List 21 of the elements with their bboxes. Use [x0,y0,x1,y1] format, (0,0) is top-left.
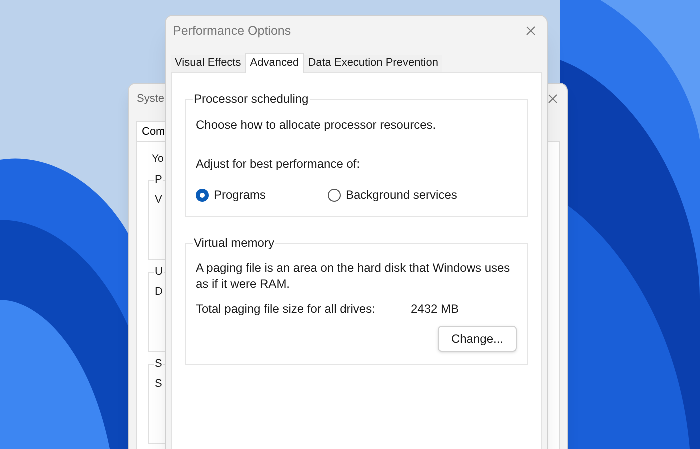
group-text: S [155,376,162,391]
group-legend: Processor scheduling [193,92,310,107]
prompt-text: Adjust for best performance of: [196,156,362,173]
radio-label: Programs [214,187,266,204]
description-text: Choose how to allocate processor resources. [196,117,438,134]
intro-text: Yo [152,152,164,167]
total-value: 2432 MB [411,301,460,318]
radio-button[interactable] [196,188,209,202]
radio-label: Background services [346,187,458,204]
window-title: Performance Options [173,22,292,40]
change-button[interactable]: Change... [438,326,517,352]
close-icon[interactable] [526,26,536,36]
tab[interactable]: Advanced [245,53,304,73]
group-text: D [155,284,163,299]
description-text: A paging file is an area on the hard disk that Windows uses as if it were RAM. [196,260,512,292]
window-title: Syste [137,92,165,107]
close-icon[interactable] [548,94,558,104]
total-label: Total paging file size for all drives: [196,301,376,318]
group-text: V [155,192,162,207]
group-legend: Virtual memory [193,236,276,251]
radio-button[interactable] [328,188,341,202]
